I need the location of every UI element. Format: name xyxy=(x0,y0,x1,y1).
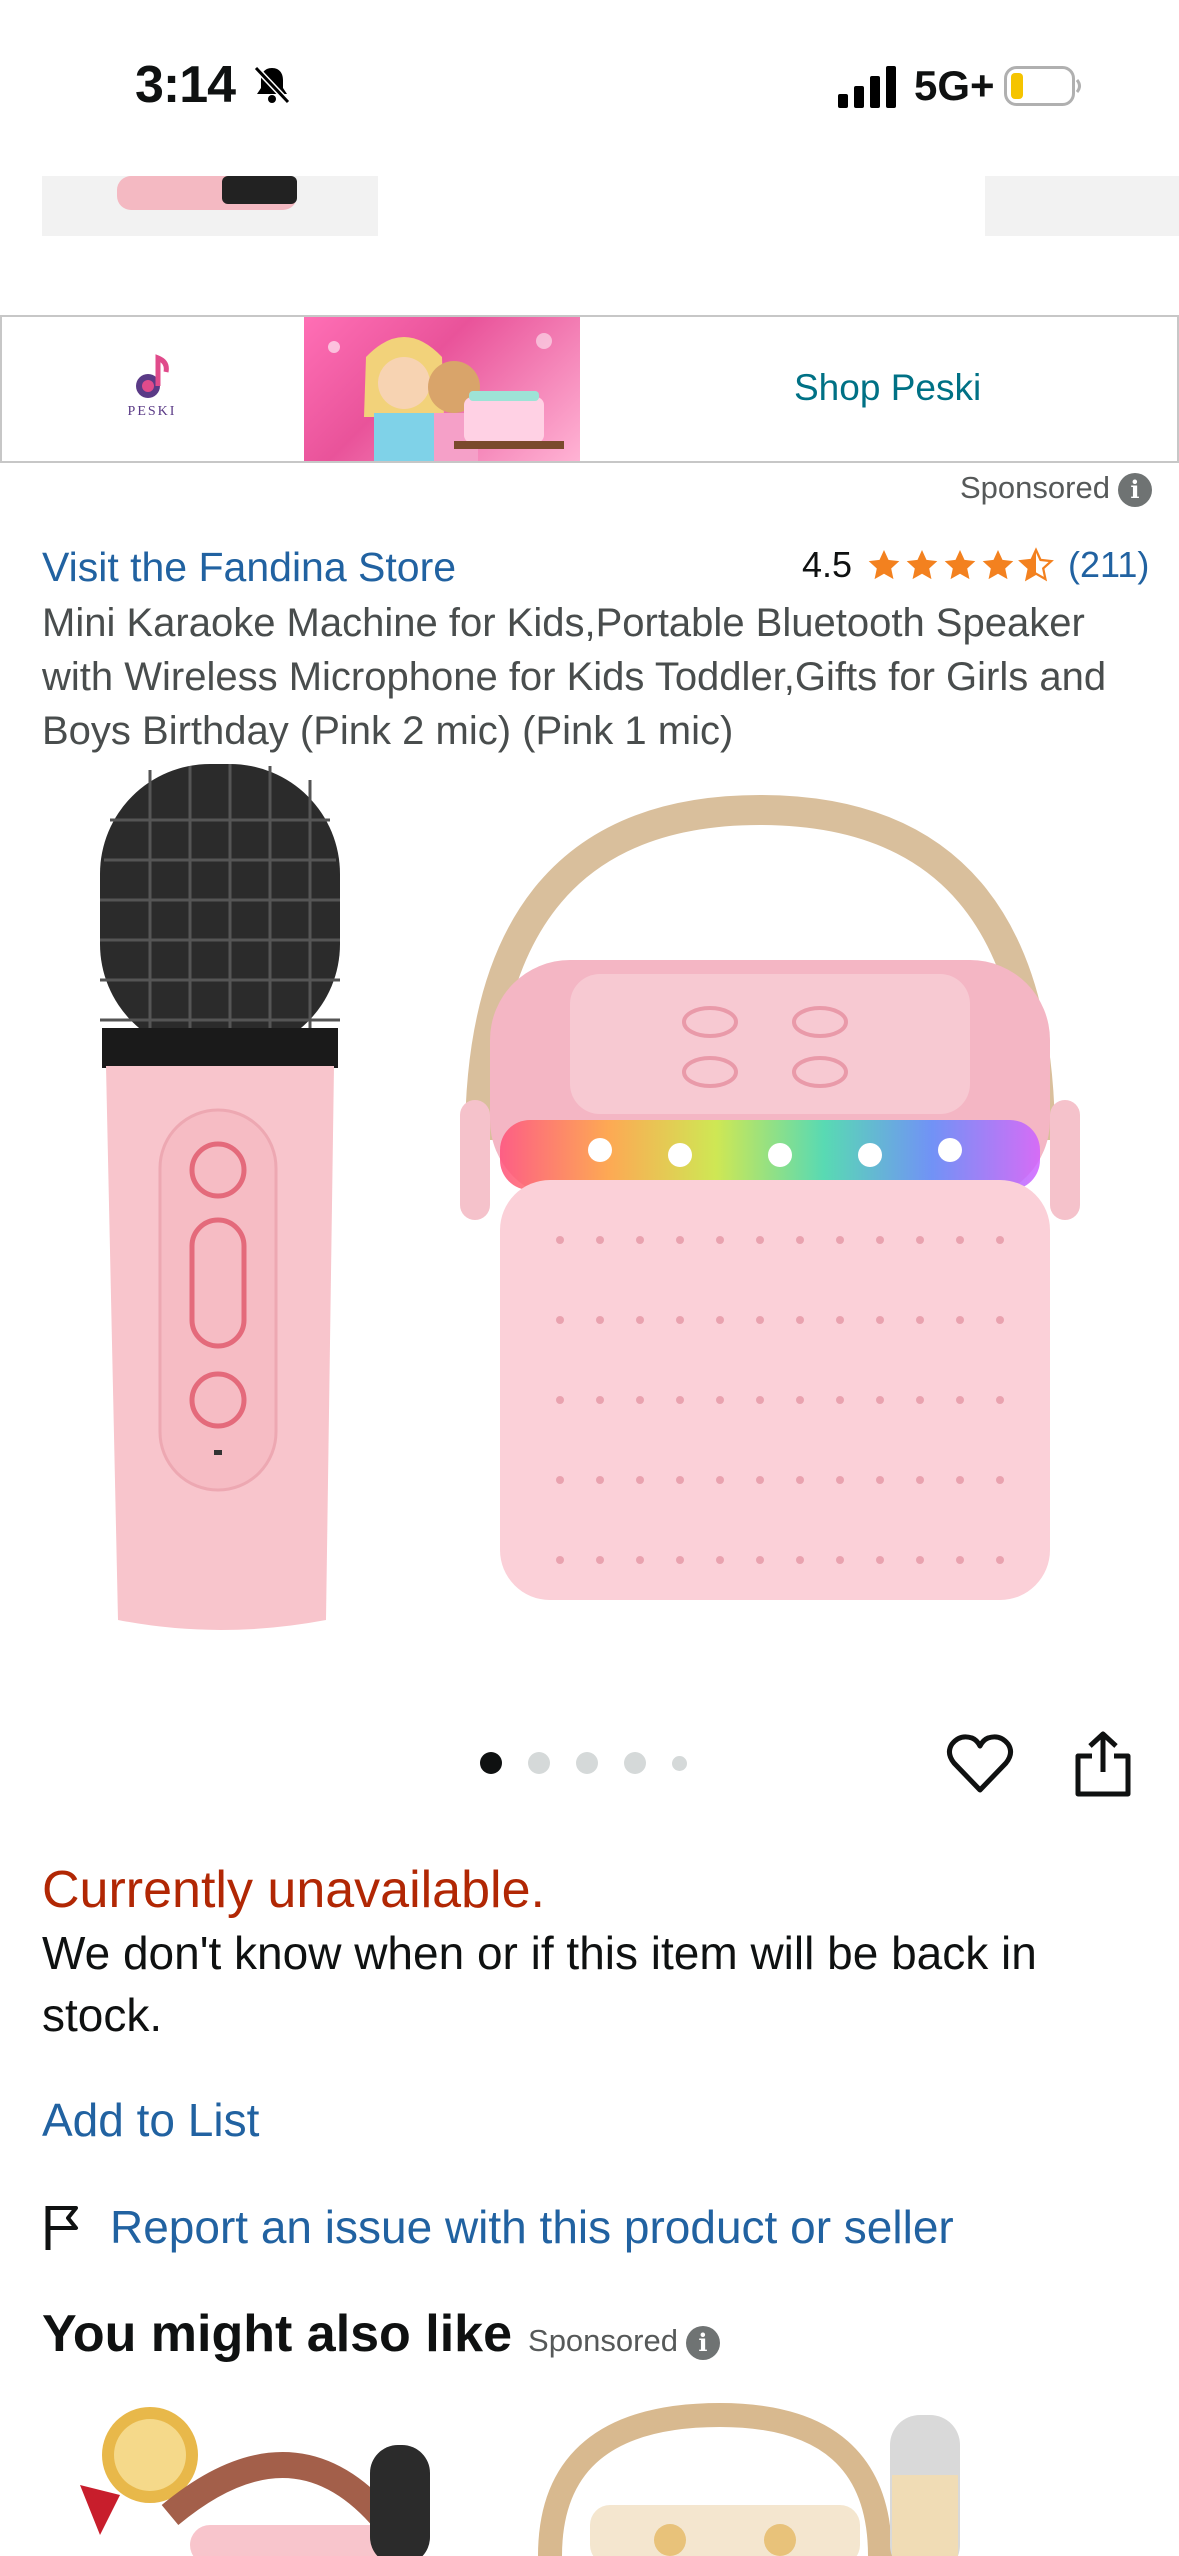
star-icon xyxy=(868,550,900,580)
availability-status: Currently unavailable. xyxy=(42,1861,545,1919)
next-product-thumbnail[interactable] xyxy=(985,176,1179,236)
star-icon xyxy=(944,550,976,580)
signal-icon xyxy=(838,66,896,108)
info-icon[interactable]: i xyxy=(1117,472,1152,507)
recommendations-sponsored: Sponsored xyxy=(528,2323,678,2358)
store-link[interactable]: Visit the Fandina Store xyxy=(42,544,456,591)
half-star-icon xyxy=(1018,547,1054,582)
carousel-dot[interactable] xyxy=(624,1752,646,1774)
recommended-product-image xyxy=(80,2407,430,2556)
recommendations-header: You might also like Sponsored i xyxy=(42,2304,720,2364)
sponsored-text: Sponsored xyxy=(960,470,1110,505)
microphone-thumbnail-image xyxy=(117,176,297,210)
star-icon xyxy=(982,550,1014,580)
add-to-list-link[interactable]: Add to List xyxy=(42,2093,259,2147)
network-type: 5G+ xyxy=(914,62,995,109)
karaoke-product-photo xyxy=(100,764,1080,1630)
ad-banner-image xyxy=(304,317,580,461)
info-icon[interactable]: i xyxy=(685,2326,720,2360)
previous-product-thumbnail[interactable] xyxy=(42,176,378,236)
heart-icon[interactable] xyxy=(946,1730,1014,1798)
recommended-product-image xyxy=(538,2402,960,2556)
carousel-dot[interactable] xyxy=(480,1752,502,1774)
carousel-dot[interactable] xyxy=(672,1755,687,1771)
music-note-logo-icon xyxy=(136,354,169,398)
bell-slash-icon xyxy=(253,65,291,105)
sponsored-brand-banner[interactable]: PESKI Shop Peski xyxy=(0,315,1179,463)
share-icon[interactable] xyxy=(1072,1730,1134,1798)
peski-logo: PESKI xyxy=(112,352,192,432)
report-issue-link[interactable]: Report an issue with this product or sel… xyxy=(42,2200,954,2254)
status-time: 3:14 xyxy=(135,56,236,114)
rating-value: 4.5 xyxy=(802,544,853,585)
recommended-product-card[interactable] xyxy=(520,2395,1040,2556)
report-issue-text: Report an issue with this product or sel… xyxy=(110,2201,954,2253)
rating-count-link[interactable]: (211) xyxy=(1068,544,1149,586)
product-rating[interactable]: 4.5 (211) xyxy=(802,544,1149,586)
flag-icon xyxy=(45,2206,78,2250)
availability-message: We don't know when or if this item will … xyxy=(42,1927,1037,2041)
recommendations-title: You might also like xyxy=(42,2305,513,2363)
battery-icon xyxy=(1004,66,1081,106)
recommended-product-card[interactable] xyxy=(60,2395,500,2556)
image-carousel-dots[interactable] xyxy=(480,1752,713,1774)
star-rating xyxy=(866,547,1056,583)
status-bar: 3:14 5G+ xyxy=(0,0,1179,170)
carousel-dot[interactable] xyxy=(576,1752,598,1774)
product-title: Mini Karaoke Machine for Kids,Portable B… xyxy=(42,601,1107,753)
sponsored-label[interactable]: Sponsored i xyxy=(960,470,1152,507)
shop-brand-link[interactable]: Shop Peski xyxy=(794,367,981,409)
product-image[interactable] xyxy=(60,760,1120,1640)
carousel-dot[interactable] xyxy=(528,1752,550,1774)
star-icon xyxy=(906,550,938,580)
peski-logo-text: PESKI xyxy=(127,404,177,419)
